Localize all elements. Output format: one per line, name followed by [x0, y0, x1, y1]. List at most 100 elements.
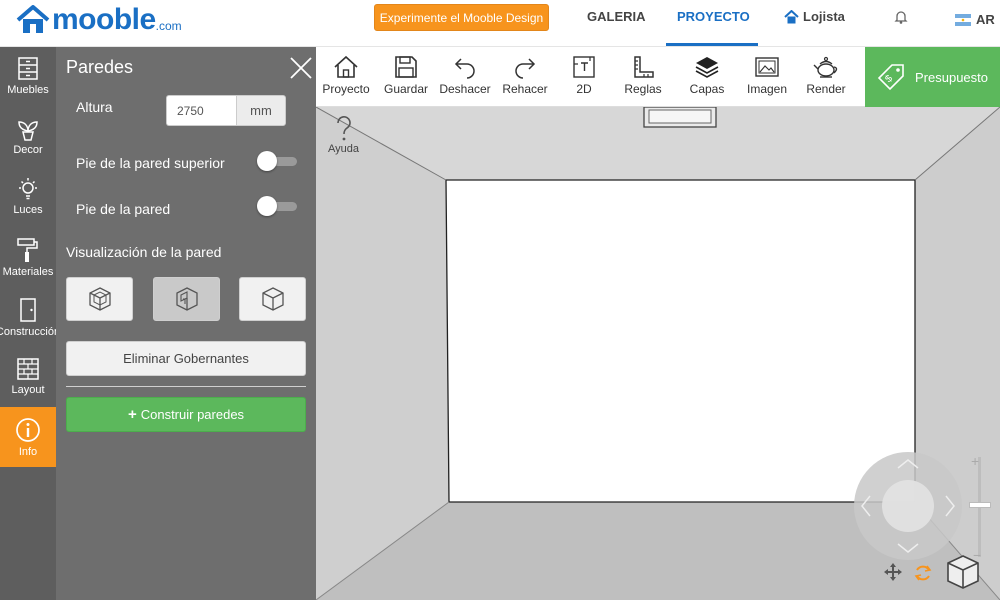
joystick-arrows-icon: [861, 459, 955, 553]
logo-suffix: .com: [155, 19, 182, 33]
toolbar-imagen-button[interactable]: Imagen: [744, 47, 790, 107]
toolbar-label: Imagen: [746, 82, 788, 96]
toolbar-label: Render: [806, 82, 846, 96]
redo-icon: [515, 58, 536, 79]
zoom-slider-handle[interactable]: [969, 502, 991, 508]
house-logo-icon: [16, 5, 50, 33]
nav-galeria[interactable]: GALERIA: [587, 9, 646, 24]
home-outline-icon: [334, 55, 358, 78]
pie-superior-toggle[interactable]: [257, 151, 297, 171]
undo-icon: [454, 58, 475, 79]
pie-pared-toggle[interactable]: [257, 196, 297, 216]
sidebar-item-label: Info: [18, 446, 38, 458]
ayuda-button[interactable]: Ayuda: [328, 115, 359, 155]
toolbar-label: Capas: [689, 82, 725, 96]
altura-input[interactable]: [166, 95, 236, 126]
sidebar-item-label: Muebles: [7, 84, 49, 96]
info-icon: [16, 418, 40, 442]
plan-2d-icon: [573, 56, 595, 78]
cube-cutaway-icon: [175, 287, 198, 311]
sidebar-item-label: Decor: [13, 144, 43, 156]
language-selector[interactable]: AR: [955, 12, 995, 27]
wall-view-solid-button[interactable]: [66, 277, 133, 321]
home-icon: [784, 9, 799, 23]
nav-lojista-label: Lojista: [803, 9, 845, 24]
dresser-icon: [18, 57, 38, 80]
sidebar-item-label: Layout: [11, 384, 45, 396]
sidebar-item-label: Materiales: [2, 266, 54, 278]
top-header: mooble .com Experimente el Mooble Design…: [0, 0, 1000, 47]
toolbar-capas-button[interactable]: Capas: [686, 47, 728, 107]
rotate-orbit-icon[interactable]: [913, 563, 933, 588]
altura-unit: mm: [236, 95, 286, 126]
sidebar-item-layout[interactable]: Layout: [0, 347, 56, 407]
sidebar-item-decor[interactable]: Decor: [0, 107, 56, 167]
paredes-panel: Paredes Altura mm Pie de la pared superi…: [56, 47, 316, 600]
logo-text: mooble: [52, 3, 156, 36]
main-toolbar: Proyecto Guardar Deshacer Rehacer 2D Reg…: [316, 47, 865, 107]
mooble-logo[interactable]: mooble .com: [16, 2, 182, 38]
ruler-icon: [634, 56, 654, 78]
panel-divider: [66, 386, 306, 387]
pie-pared-label: Pie de la pared: [76, 201, 171, 217]
nav-proyecto[interactable]: PROYECTO: [677, 9, 750, 24]
nav-lojista[interactable]: Lojista: [784, 9, 845, 24]
toggle-knob: [257, 196, 277, 216]
plus-icon: +: [127, 406, 137, 423]
ayuda-label: Ayuda: [328, 143, 359, 155]
nav-active-underline: [666, 43, 758, 46]
toolbar-2d-button[interactable]: 2D: [566, 47, 602, 107]
wall-view-cutaway-button[interactable]: [153, 277, 220, 321]
sidebar-item-construccion[interactable]: Construcción: [0, 287, 56, 347]
sidebar-item-label: Luces: [13, 204, 43, 216]
door-icon: [20, 298, 36, 322]
construir-paredes-button[interactable]: + Construir paredes: [66, 397, 306, 432]
sidebar-item-luces[interactable]: Luces: [0, 167, 56, 227]
toolbar-label: Deshacer: [439, 82, 491, 96]
plant-icon: [18, 121, 38, 141]
toolbar-deshacer-button[interactable]: Deshacer: [438, 47, 492, 107]
construir-paredes-label: Construir paredes: [140, 407, 245, 422]
sidebar-item-info[interactable]: Info: [0, 407, 56, 467]
pan-move-icon[interactable]: [883, 562, 903, 587]
wall-view-hidden-button[interactable]: [239, 277, 306, 321]
question-mark-icon: [336, 116, 351, 141]
notifications-bell-icon[interactable]: [893, 9, 909, 30]
view-cube-icon[interactable]: [946, 554, 980, 595]
toolbar-render-button[interactable]: Render: [804, 47, 848, 107]
panel-title: Paredes: [66, 57, 134, 77]
camera-navigation-joystick[interactable]: [854, 452, 962, 560]
teapot-icon: [813, 56, 838, 78]
zoom-in-icon[interactable]: +: [971, 453, 979, 469]
bricks-icon: [17, 358, 39, 380]
toolbar-label: Reglas: [624, 82, 662, 96]
image-icon: [755, 57, 779, 77]
toolbar-label: 2D: [576, 82, 592, 96]
mooble-design-promo-button[interactable]: Experimente el Mooble Design: [374, 4, 549, 31]
visualizacion-label: Visualización de la pared: [66, 244, 222, 260]
presupuesto-button[interactable]: $ Presupuesto: [865, 47, 1000, 107]
pie-superior-label: Pie de la pared superior: [76, 155, 225, 171]
save-floppy-icon: [395, 56, 417, 78]
argentina-flag-icon: [955, 13, 971, 26]
eliminar-gobernantes-button[interactable]: Eliminar Gobernantes: [66, 341, 306, 376]
toolbar-rehacer-button[interactable]: Rehacer: [501, 47, 549, 107]
close-icon[interactable]: [288, 55, 314, 81]
toolbar-guardar-button[interactable]: Guardar: [382, 47, 430, 107]
sidebar-item-muebles[interactable]: Muebles: [0, 47, 56, 107]
sidebar-item-materiales[interactable]: Materiales: [0, 227, 56, 287]
left-sidebar: Muebles Decor Luces Materiales onstrucci…: [0, 47, 56, 600]
3d-viewport[interactable]: Ayuda + −: [316, 107, 1000, 600]
price-tag-icon: $: [877, 64, 904, 91]
cube-wireframe-icon: [88, 287, 111, 311]
sidebar-item-label: Construcción: [0, 326, 56, 338]
language-label: AR: [976, 12, 995, 27]
toolbar-label: Proyecto: [322, 82, 370, 96]
altura-label: Altura: [76, 99, 113, 115]
toolbar-reglas-button[interactable]: Reglas: [621, 47, 665, 107]
cube-open-icon: [261, 287, 284, 311]
toolbar-proyecto-button[interactable]: Proyecto: [322, 47, 370, 107]
toolbar-label: Rehacer: [502, 82, 548, 96]
toggle-knob: [257, 151, 277, 171]
presupuesto-label: Presupuesto: [915, 69, 988, 85]
